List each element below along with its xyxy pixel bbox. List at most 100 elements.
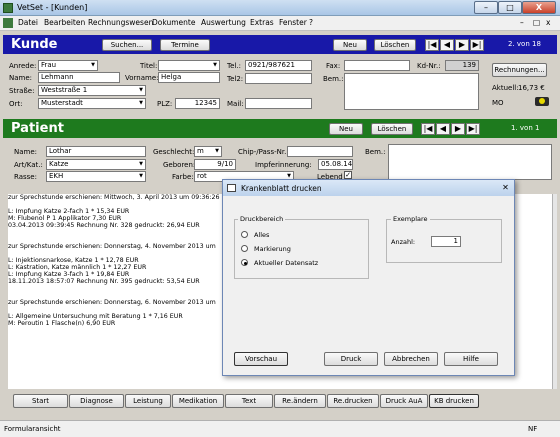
name-label: Name: bbox=[9, 74, 33, 82]
option-aktueller-radio[interactable] bbox=[241, 259, 248, 266]
kunde-header: Kunde Suchen... Termine Neu Löschen |◀ ◀… bbox=[3, 35, 557, 54]
menu-help[interactable]: ? bbox=[309, 18, 313, 27]
kunde-new-button[interactable]: Neu bbox=[333, 39, 367, 51]
chevron-down-icon: ▼ bbox=[139, 100, 143, 106]
fax-label: Fax: bbox=[326, 62, 341, 70]
menu-auswertung[interactable]: Auswertung bbox=[201, 18, 246, 27]
mdi-minimize[interactable]: – bbox=[520, 18, 524, 27]
kb-drucken-button[interactable]: KB drucken bbox=[429, 394, 479, 408]
kunde-name-field[interactable]: Lehmann bbox=[38, 72, 120, 83]
option-alles-label[interactable]: Alles bbox=[254, 231, 269, 239]
anzahl-label: Anzahl: bbox=[391, 238, 416, 246]
anzahl-field[interactable]: 1 bbox=[431, 236, 461, 247]
menu-bearbeiten[interactable]: Bearbeiten bbox=[44, 18, 85, 27]
print-icon bbox=[227, 184, 236, 192]
patient-next-button[interactable]: ▶ bbox=[451, 123, 465, 135]
patient-new-button[interactable]: Neu bbox=[329, 123, 363, 135]
geboren-label: Geboren: bbox=[163, 161, 196, 169]
menu-fenster[interactable]: Fenster bbox=[279, 18, 307, 27]
suchen-button[interactable]: Suchen... bbox=[102, 39, 152, 51]
leistung-button[interactable]: Leistung bbox=[125, 394, 171, 408]
vorname-field[interactable]: Helga bbox=[158, 72, 220, 83]
geschlecht-select[interactable]: m ▼ bbox=[194, 146, 222, 157]
titel-select[interactable]: ▼ bbox=[158, 60, 220, 71]
aktuell-value: 16,73 € bbox=[518, 84, 545, 92]
patient-bem-label: Bem.: bbox=[365, 148, 386, 156]
druck-button[interactable]: Druck bbox=[324, 352, 378, 366]
geboren-field[interactable]: 9/10 bbox=[194, 159, 236, 170]
kunde-bem-field[interactable] bbox=[344, 73, 479, 110]
hilfe-button[interactable]: Hilfe bbox=[444, 352, 498, 366]
plz-field[interactable]: 12345 bbox=[175, 98, 220, 109]
tel2-field[interactable] bbox=[245, 73, 312, 84]
patient-prev-button[interactable]: ◀ bbox=[436, 123, 450, 135]
chevron-down-icon: ▼ bbox=[91, 62, 95, 68]
rechnungen-button[interactable]: Rechnungen... bbox=[492, 63, 547, 77]
tel-field[interactable]: 0921/987621 bbox=[245, 60, 312, 71]
abbrechen-button[interactable]: Abbrechen bbox=[384, 352, 438, 366]
anrede-select[interactable]: Frau ▼ bbox=[38, 60, 98, 71]
chip-field[interactable] bbox=[287, 146, 353, 157]
impf-field[interactable]: 05.08.14 bbox=[318, 159, 353, 170]
mail-field[interactable] bbox=[245, 98, 312, 109]
mdi-close[interactable]: x bbox=[546, 18, 550, 27]
patient-last-button[interactable]: ▶| bbox=[466, 123, 480, 135]
history-line bbox=[8, 236, 238, 243]
anrede-label: Anrede: bbox=[9, 62, 37, 70]
menu-datei[interactable]: Datei bbox=[18, 18, 38, 27]
history-line: L: Injektionsnarkose, Katze 1 * 12,78 EU… bbox=[8, 257, 139, 264]
druck-aua-button[interactable]: Druck AuA bbox=[380, 394, 428, 408]
history-line bbox=[8, 306, 238, 313]
text-button[interactable]: Text bbox=[225, 394, 273, 408]
history-line bbox=[8, 250, 238, 257]
patient-first-button[interactable]: |◀ bbox=[421, 123, 435, 135]
kunde-prev-button[interactable]: ◀ bbox=[440, 39, 454, 51]
kunde-bem-label: Bem.: bbox=[323, 75, 344, 83]
lebend-checkbox[interactable]: ✓ bbox=[344, 171, 352, 179]
patient-delete-button[interactable]: Löschen bbox=[371, 123, 413, 135]
kunde-last-button[interactable]: ▶| bbox=[470, 39, 484, 51]
menu-extras[interactable]: Extras bbox=[250, 18, 274, 27]
diagnose-button[interactable]: Diagnose bbox=[69, 394, 124, 408]
rasse-select[interactable]: EKH ▼ bbox=[46, 171, 146, 182]
option-alles-radio[interactable] bbox=[241, 231, 248, 238]
fax-field[interactable] bbox=[344, 60, 410, 71]
minimize-button[interactable]: – bbox=[474, 1, 498, 14]
rechnung-aendern-button[interactable]: Re.ändern bbox=[274, 394, 326, 408]
termine-button[interactable]: Termine bbox=[160, 39, 210, 51]
menu-bar: Datei Bearbeiten Rechnungswesen Dokument… bbox=[0, 16, 560, 31]
treatment-history[interactable]: zur Sprechstunde erschienen: Mittwoch, 3… bbox=[8, 194, 238, 389]
history-line bbox=[8, 292, 238, 299]
history-scrollbar[interactable] bbox=[552, 194, 557, 389]
strasse-label: Straße: bbox=[9, 87, 35, 95]
kunde-first-button[interactable]: |◀ bbox=[425, 39, 439, 51]
rechnung-drucken-button[interactable]: Re.drucken bbox=[327, 394, 379, 408]
ort-field[interactable]: Musterstadt ▼ bbox=[38, 98, 146, 109]
patient-bem-field[interactable] bbox=[388, 144, 552, 180]
option-markierung-radio[interactable] bbox=[241, 245, 248, 252]
medikation-button[interactable]: Medikation bbox=[172, 394, 224, 408]
vorschau-button[interactable]: Vorschau bbox=[234, 352, 288, 366]
app-icon bbox=[3, 3, 13, 13]
patient-name-field[interactable]: Lothar bbox=[46, 146, 146, 157]
close-button[interactable]: X bbox=[522, 1, 556, 14]
history-line: 03.04.2013 09:39:45 Rechnung Nr. 328 ged… bbox=[8, 222, 200, 229]
dialog-close-icon[interactable]: ✕ bbox=[501, 183, 510, 192]
maximize-button[interactable]: □ bbox=[498, 1, 522, 14]
start-button[interactable]: Start bbox=[13, 394, 68, 408]
status-nf: NF bbox=[528, 425, 538, 433]
option-markierung-label[interactable]: Markierung bbox=[254, 245, 291, 253]
patient-title: Patient bbox=[11, 121, 64, 136]
history-line bbox=[8, 229, 238, 236]
mdi-restore[interactable]: □ bbox=[533, 18, 540, 27]
history-line: L: Impfung Katze 2-fach 1 * 15,34 EUR bbox=[8, 208, 130, 215]
menu-rechnungswesen[interactable]: Rechnungswesen bbox=[88, 18, 153, 27]
option-aktueller-label[interactable]: Aktueller Datensatz bbox=[254, 259, 318, 267]
status-text: Formularansicht bbox=[4, 425, 61, 433]
kunde-next-button[interactable]: ▶ bbox=[455, 39, 469, 51]
art-select[interactable]: Katze ▼ bbox=[46, 159, 146, 170]
strasse-field[interactable]: Weststraße 1 ▼ bbox=[38, 85, 146, 96]
kunde-record-counter: 2. von 18 bbox=[508, 40, 541, 48]
menu-dokumente[interactable]: Dokumente bbox=[152, 18, 195, 27]
kunde-delete-button[interactable]: Löschen bbox=[374, 39, 416, 51]
